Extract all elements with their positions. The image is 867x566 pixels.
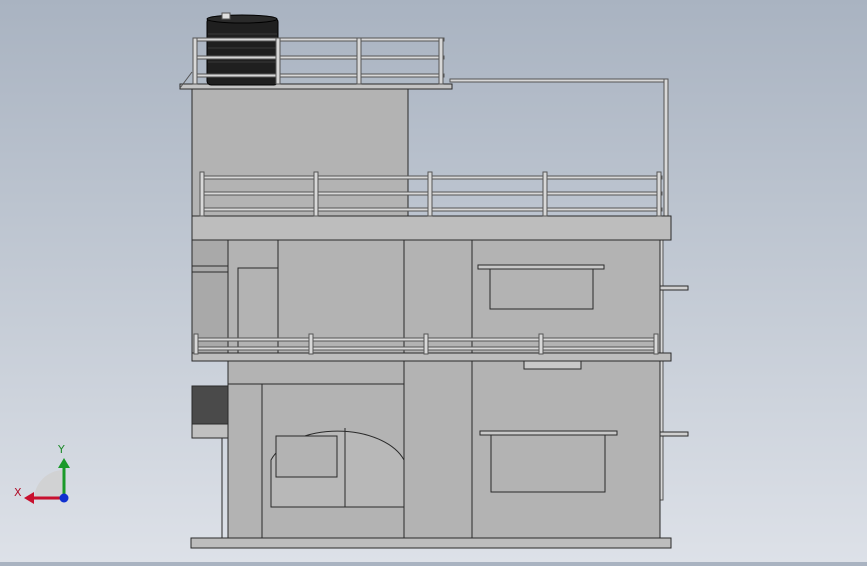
triad-base-arc xyxy=(34,470,64,500)
building-elevation-drawing xyxy=(24,12,689,549)
orientation-triad xyxy=(24,458,70,504)
ground-floor-window xyxy=(490,434,606,493)
ground-floor-window-ledge xyxy=(479,430,618,436)
z-axis-dot xyxy=(59,493,69,503)
second-floor-window xyxy=(489,268,594,310)
x-axis-label: X xyxy=(14,486,22,499)
ac-bracket-lower xyxy=(659,431,689,437)
x-arrow-head xyxy=(24,492,34,504)
second-floor-window-ledge xyxy=(477,264,605,270)
terrace-railing xyxy=(199,171,663,217)
ground-floor-pillar xyxy=(403,360,473,539)
balcony-slab xyxy=(191,352,672,362)
base-plinth xyxy=(190,537,672,549)
lintel-band xyxy=(523,360,582,370)
y-arrow-head xyxy=(58,458,70,468)
ac-bracket-upper xyxy=(659,285,689,291)
side-step xyxy=(191,423,229,439)
cad-viewport[interactable]: X Y xyxy=(0,0,867,562)
stair-tower-wall xyxy=(191,87,409,217)
y-axis-label: Y xyxy=(58,443,65,456)
terrace-slab xyxy=(191,215,672,241)
dark-opening xyxy=(191,385,229,425)
